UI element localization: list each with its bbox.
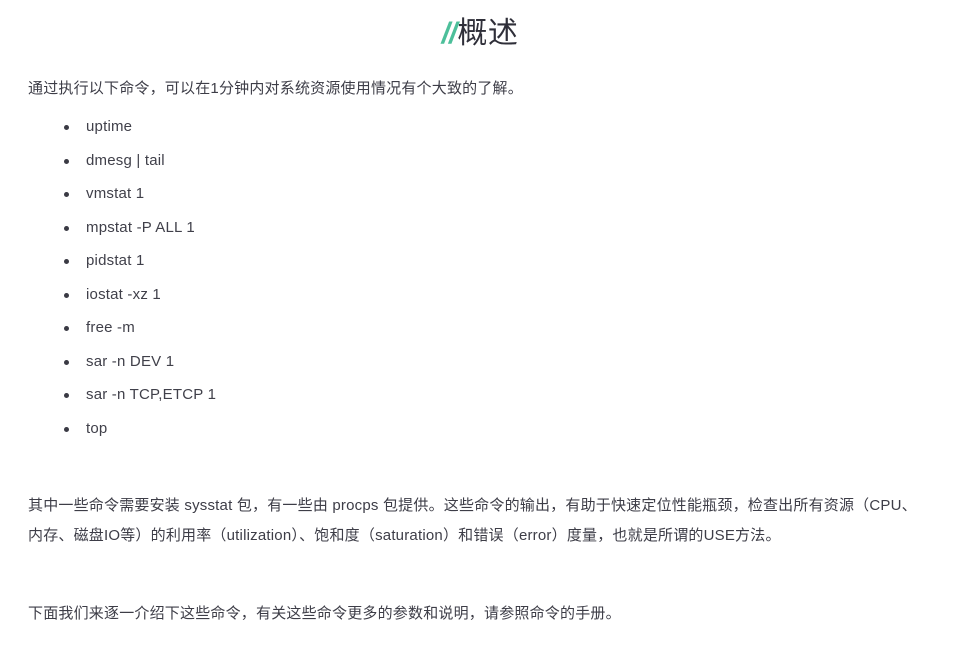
command-text: vmstat 1 bbox=[86, 185, 145, 202]
command-text: uptime bbox=[86, 118, 133, 135]
list-item: top bbox=[58, 412, 932, 446]
command-text: pidstat 1 bbox=[86, 252, 145, 269]
command-text: mpstat -P ALL 1 bbox=[86, 218, 195, 236]
list-item: pidstat 1 bbox=[58, 244, 932, 278]
page-title-text: 概述 bbox=[457, 17, 519, 50]
list-item: vmstat 1 bbox=[58, 177, 932, 211]
command-text: top bbox=[86, 419, 108, 437]
list-item: sar -n DEV 1 bbox=[58, 345, 932, 379]
list-item: mpstat -P ALL 1 bbox=[58, 211, 932, 245]
command-text: sar -n DEV 1 bbox=[86, 352, 175, 370]
command-text: iostat -xz 1 bbox=[86, 285, 161, 303]
command-text: free -m bbox=[86, 319, 135, 336]
body-paragraph: 其中一些命令需要安装 sysstat 包，有一些由 procps 包提供。这些命… bbox=[28, 497, 917, 544]
list-item: free -m bbox=[58, 311, 932, 345]
list-item: iostat -xz 1 bbox=[58, 278, 932, 312]
command-text: dmesg | tail bbox=[86, 151, 165, 169]
command-list: uptime dmesg | tail vmstat 1 mpstat -P A… bbox=[28, 110, 932, 445]
list-item: sar -n TCP,ETCP 1 bbox=[58, 378, 932, 412]
list-item: uptime bbox=[58, 110, 932, 144]
document-page: //概述 通过执行以下命令，可以在1分钟内对系统资源使用情况有个大致的了解。 u… bbox=[0, 0, 960, 629]
page-title: //概述 bbox=[28, 0, 932, 64]
list-item: dmesg | tail bbox=[58, 144, 932, 178]
title-slash-marker: // bbox=[441, 17, 458, 50]
intro-paragraph: 通过执行以下命令，可以在1分钟内对系统资源使用情况有个大致的了解。 bbox=[28, 80, 523, 97]
closing-paragraph: 下面我们来逐一介绍下这些命令，有关这些命令更多的参数和说明，请参照命令的手册。 bbox=[28, 605, 621, 622]
command-text: sar -n TCP,ETCP 1 bbox=[86, 386, 217, 403]
